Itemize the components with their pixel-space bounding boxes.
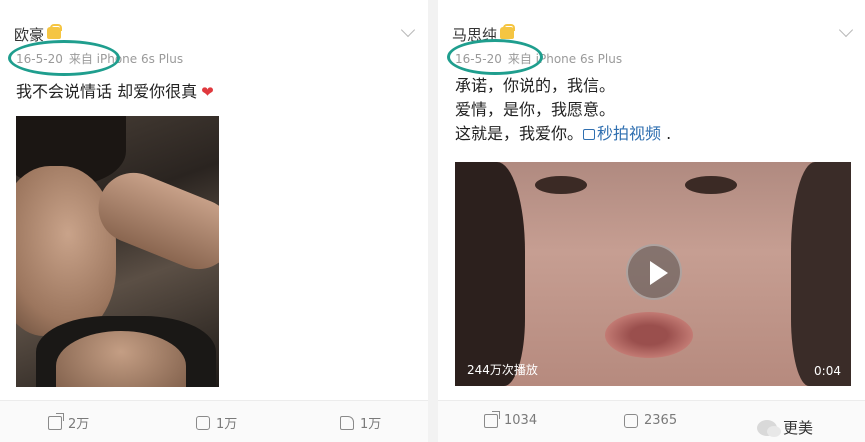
post-text-line: 爱情，是你，我愿意。 xyxy=(455,100,616,119)
comment-count: 2365 xyxy=(644,413,678,428)
heart-icon: ❤ xyxy=(201,83,214,101)
wechat-icon xyxy=(757,419,781,437)
highlight-circle xyxy=(447,39,543,75)
vip-icon xyxy=(47,24,63,39)
share-button[interactable]: 2万 xyxy=(48,413,89,432)
share-icon xyxy=(484,413,498,428)
like-button[interactable]: 1万 xyxy=(340,413,381,432)
post-photo[interactable] xyxy=(16,116,219,387)
post-text-line: 承诺，你说的，我信。 xyxy=(455,76,616,95)
screenshot-stage: 欧豪 16-5-20 来自 iPhone 6s Plus 我不会说情话 却爱你很真… xyxy=(0,0,865,442)
post-divider xyxy=(428,0,438,442)
share-button[interactable]: 1034 xyxy=(484,413,537,428)
comment-icon xyxy=(624,413,638,428)
video-player[interactable]: 244万次播放 0:04 xyxy=(455,162,851,386)
play-icon[interactable] xyxy=(626,244,682,300)
post-text: 承诺，你说的，我信。 爱情，是你，我愿意。 这就是，我爱你。 秒拍视频 . xyxy=(455,74,671,146)
comment-count: 1万 xyxy=(216,417,238,432)
comment-button[interactable]: 1万 xyxy=(196,413,237,432)
video-link[interactable]: 秒拍视频 xyxy=(583,124,661,143)
video-duration: 0:04 xyxy=(814,364,841,378)
share-count: 2万 xyxy=(68,417,90,432)
post-text: 我不会说情话 却爱你很真 ❤ xyxy=(16,80,214,104)
watermark-label: 更美 xyxy=(783,419,814,437)
share-count: 1034 xyxy=(504,413,538,428)
video-views: 244万次播放 xyxy=(467,363,538,377)
comment-icon xyxy=(196,415,210,430)
comment-button[interactable]: 2365 xyxy=(624,413,677,428)
watermark: 更美 xyxy=(757,417,813,438)
share-icon xyxy=(48,415,62,430)
action-bar: 2万 1万 1万 xyxy=(0,400,428,442)
highlight-circle xyxy=(8,40,120,76)
post-text-line-3: 这就是，我爱你。 秒拍视频 . xyxy=(455,124,672,143)
like-icon xyxy=(340,415,354,430)
camera-icon xyxy=(583,129,596,140)
chevron-down-icon[interactable] xyxy=(400,28,416,38)
like-count: 1万 xyxy=(360,417,382,432)
chevron-down-icon[interactable] xyxy=(838,28,854,38)
post-text-line: 我不会说情话 却爱你很真 xyxy=(16,82,198,101)
vip-icon xyxy=(500,24,516,39)
